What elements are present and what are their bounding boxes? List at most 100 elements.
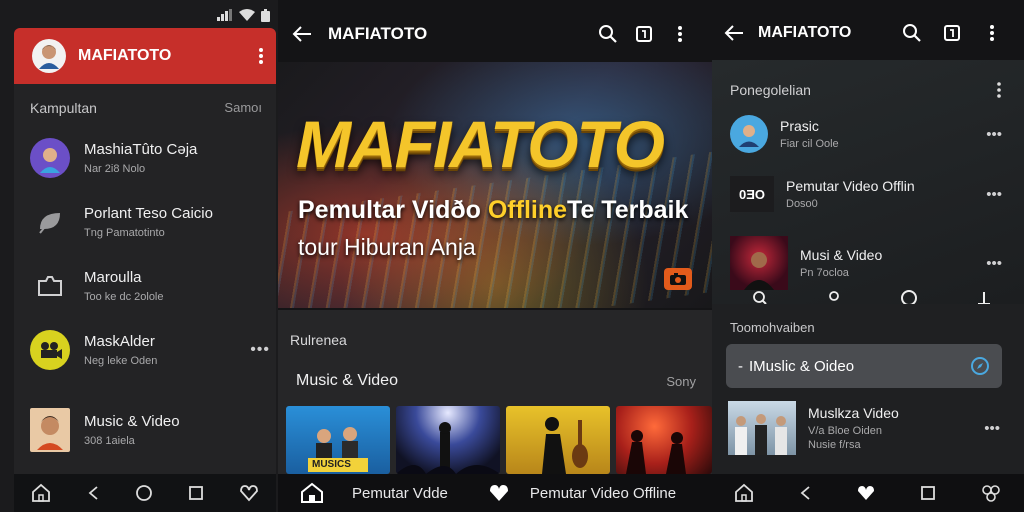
wifi-icon (239, 9, 255, 21)
item-subtitle: Tng Pamatotinto (84, 227, 165, 239)
item-subtitle-2: Nusie f/rsa (808, 439, 861, 451)
tab-switcher-icon[interactable] (635, 25, 653, 43)
hero-banner[interactable]: MAFIATOTO Pemultar Vidðo OfflineTe Terba… (278, 62, 712, 308)
video-thumbnail[interactable] (396, 406, 500, 474)
search-icon[interactable] (902, 23, 922, 43)
video-thumbnail[interactable] (506, 406, 610, 474)
list-item[interactable]: Porlant Teso Caicio Tng Pamatotinto (30, 200, 270, 244)
app-title: MAFIATOTO (328, 24, 428, 43)
video-thumbnail[interactable]: MUSICS (286, 406, 390, 474)
overflow-menu-icon[interactable] (258, 47, 264, 65)
app-title: MAFIATOTO (758, 24, 852, 41)
tab-switcher-icon[interactable] (943, 24, 961, 42)
user-avatar-icon (39, 45, 59, 69)
heart-icon[interactable] (856, 484, 876, 502)
top-app-bar: MAFIATOTO (278, 14, 712, 54)
item-title: Prasic (780, 118, 819, 134)
list-item[interactable]: MashiaTûto Cəja Nar 2i8 Nolo (30, 136, 270, 180)
item-title: Music & Video (84, 413, 180, 430)
recents-icon[interactable] (188, 485, 204, 501)
item-title: Porlant Teso Caicio (84, 205, 213, 222)
heart-icon[interactable] (488, 483, 510, 503)
list-item[interactable]: 0ƎO Pemutar Video Offlin Doso0 ••• (730, 172, 1002, 216)
bottom-nav (712, 474, 1024, 512)
card-caption: Ponegolelian (730, 82, 811, 98)
section-caption: Toomohvaiben (730, 320, 815, 335)
signal-icon (217, 9, 232, 21)
recents-icon[interactable] (920, 485, 936, 501)
selected-category[interactable]: - IMuslic & Oideo (726, 344, 1002, 388)
item-subtitle: Neg leke Oden (84, 355, 158, 367)
people-icon[interactable] (980, 483, 1002, 503)
list-item[interactable]: Maroulla Too ke dc 2olole (30, 264, 270, 308)
home-circle-icon[interactable] (135, 484, 153, 502)
more-icon[interactable]: ••• (986, 186, 1002, 203)
see-more-link[interactable]: Sony (666, 374, 696, 389)
status-bar (200, 6, 270, 24)
list-item[interactable]: MaskAlder Neg leke Oden ••• (30, 328, 270, 372)
leaf-icon (30, 202, 70, 242)
more-icon[interactable]: ••• (986, 126, 1002, 143)
logo-badge: 0ƎO (730, 176, 774, 212)
thumbnail (730, 236, 788, 290)
content-section: Rulrenea Music & Video Sony MUSICS (278, 310, 712, 474)
search-icon[interactable] (598, 24, 618, 44)
app-title: MAFIATOTO (78, 47, 172, 64)
item-title: Musi & Video (800, 247, 883, 263)
overflow-menu-icon[interactable] (996, 82, 1002, 98)
more-icon[interactable]: ••• (984, 420, 1000, 437)
bottom-nav: Pemutar Vdde Pemutar Video Offline (278, 474, 712, 512)
thumbnail-caption: MUSICS (312, 459, 351, 470)
back-icon[interactable] (798, 485, 812, 501)
app-header: MAFIATOTO (14, 28, 276, 84)
list-item[interactable]: Muslkza Video V/a Bloe Oiden Nusie f/rsa… (728, 400, 1000, 456)
library-section: Toomohvaiben - IMuslic & Oideo Muslkza V… (712, 304, 1024, 474)
compass-icon[interactable] (970, 356, 990, 376)
top-app-bar: MAFIATOTO (712, 14, 1024, 52)
back-icon[interactable] (86, 485, 100, 501)
nav-label-offline[interactable]: Pemutar Video Offline (530, 485, 676, 502)
heart-icon[interactable] (239, 484, 259, 502)
item-subtitle: Too ke dc 2olole (84, 291, 164, 303)
more-icon[interactable]: ••• (986, 255, 1002, 272)
video-camera-icon (30, 330, 70, 370)
item-subtitle: V/a Bloe Oiden (808, 425, 882, 437)
middle-panel: MAFIATOTO MAFIATOTO Pemultar Vidðo Offli… (278, 0, 712, 512)
tagline-highlight: Offline (487, 196, 568, 224)
avatar[interactable] (32, 39, 66, 73)
battery-icon (261, 8, 270, 22)
person-photo-icon (37, 416, 63, 450)
recommendations-card: Ponegolelian Prasic Fiar cil Oole ••• 0ƎO… (712, 60, 1024, 304)
back-arrow-icon[interactable] (724, 24, 744, 42)
section-header: Kampultan Samoı (14, 84, 276, 116)
pill-prefix: - (738, 357, 743, 375)
home-icon[interactable] (300, 482, 324, 504)
list-item[interactable]: Music & Video 308 1aiela (30, 408, 270, 452)
video-thumbnail[interactable] (616, 406, 712, 474)
home-icon[interactable] (734, 483, 754, 503)
item-title: Pemutar Video Offlin (786, 178, 915, 194)
user-avatar-icon (730, 115, 768, 153)
overflow-menu-icon[interactable] (989, 24, 995, 42)
list-item[interactable]: Prasic Fiar cil Oole ••• (730, 112, 1002, 156)
tagline-part-b: Te Terbaik (567, 196, 689, 224)
see-all-link[interactable]: Samoı (224, 100, 262, 116)
user-avatar-icon (40, 148, 60, 173)
section-label: Kampultan (30, 100, 97, 116)
item-subtitle: 308 1aiela (84, 435, 135, 447)
item-title: Muslkza Video (808, 405, 899, 421)
camera-icon[interactable] (664, 268, 692, 290)
overflow-menu-icon[interactable] (677, 25, 683, 43)
home-icon[interactable] (31, 483, 51, 503)
more-icon[interactable]: ••• (250, 341, 270, 359)
folder-icon (30, 266, 70, 306)
item-title: Maroulla (84, 269, 142, 286)
section-title: Music & Video (296, 372, 398, 389)
item-subtitle: Doso0 (786, 198, 818, 210)
nav-label-player[interactable]: Pemutar Vdde (352, 485, 448, 502)
person-photo-icon (744, 252, 774, 290)
section-caption: Rulrenea (290, 332, 347, 348)
item-subtitle: Pn 7ocloa (800, 267, 849, 279)
list-item[interactable]: Musi & Video Pn 7ocloa ••• (730, 234, 1002, 292)
back-arrow-icon[interactable] (292, 25, 312, 43)
